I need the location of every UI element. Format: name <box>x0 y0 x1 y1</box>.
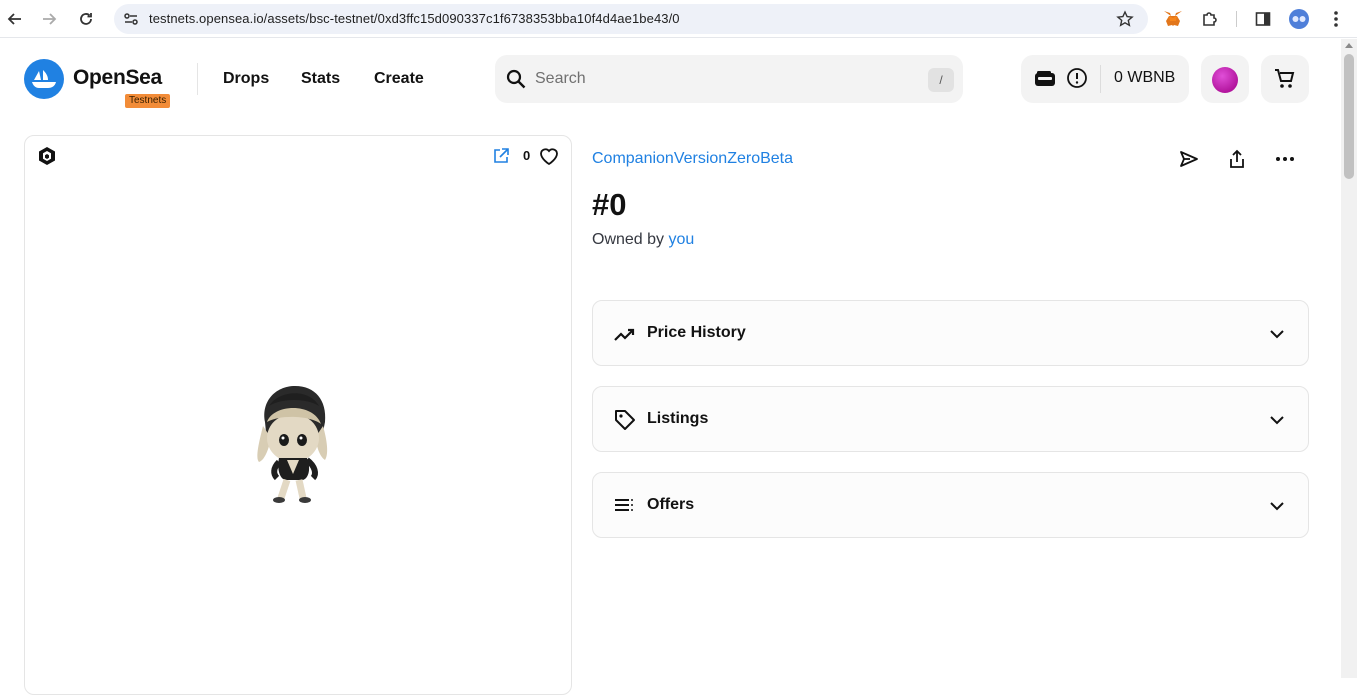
browser-menu-button[interactable] <box>1325 8 1347 30</box>
nft-character-image <box>257 386 328 503</box>
wallet-icon <box>1035 71 1055 86</box>
back-button[interactable] <box>4 8 26 30</box>
wallet-separator <box>1100 65 1101 93</box>
arrow-left-icon <box>7 13 21 25</box>
listings-section[interactable]: Listings <box>592 386 1309 452</box>
kebab-menu-icon <box>1334 11 1338 27</box>
chevron-down-icon <box>1270 502 1284 511</box>
share-button[interactable] <box>1224 146 1250 172</box>
logo-text[interactable]: OpenSea <box>73 66 162 90</box>
wallet-button[interactable]: 0 WBNB <box>1021 55 1189 103</box>
toolbar-divider <box>1236 11 1237 27</box>
media-panel: 0 <box>24 135 572 695</box>
address-bar[interactable]: testnets.opensea.io/assets/bsc-testnet/0… <box>114 4 1148 34</box>
collection-link[interactable]: CompanionVersionZeroBeta <box>592 150 793 168</box>
boat-icon <box>32 70 56 88</box>
scroll-up-arrow-icon[interactable] <box>1345 43 1353 48</box>
owner-link[interactable]: you <box>669 231 695 248</box>
item-title: #0 <box>592 187 627 222</box>
alert-circle-icon <box>1067 68 1087 88</box>
side-panel-icon <box>1255 12 1271 26</box>
external-link-icon[interactable] <box>492 147 510 165</box>
share-icon <box>1230 149 1244 168</box>
bookmark-star-icon[interactable] <box>1116 10 1134 28</box>
nav-create[interactable]: Create <box>374 70 424 88</box>
search-shortcut-key: / <box>928 68 954 92</box>
header-divider <box>197 63 198 95</box>
trending-icon <box>614 328 635 341</box>
puzzle-icon <box>1203 12 1217 26</box>
owned-by: Owned by you <box>592 231 694 249</box>
search-icon <box>506 69 526 89</box>
listings-label: Listings <box>647 410 709 427</box>
price-history-section[interactable]: Price History <box>592 300 1309 366</box>
testnets-badge: Testnets <box>125 94 171 108</box>
reload-button[interactable] <box>75 8 97 30</box>
forward-button[interactable] <box>38 8 60 30</box>
bnb-chain-icon <box>39 147 55 165</box>
nav-stats[interactable]: Stats <box>301 70 340 88</box>
owned-by-label: Owned by <box>592 231 665 248</box>
send-icon <box>1180 151 1198 167</box>
metamask-extension-button[interactable] <box>1162 8 1184 30</box>
reload-icon <box>80 13 92 25</box>
tag-icon <box>615 410 635 430</box>
cart-button[interactable] <box>1261 55 1309 103</box>
browser-toolbar: testnets.opensea.io/assets/bsc-testnet/0… <box>0 0 1357 38</box>
more-options-button[interactable] <box>1272 146 1298 172</box>
site-header: OpenSea Testnets Drops Stats Create / 0 … <box>0 39 1341 119</box>
heart-icon[interactable] <box>538 145 560 167</box>
url-text: testnets.opensea.io/assets/bsc-testnet/0… <box>149 11 680 26</box>
search-bar[interactable]: / <box>495 55 963 103</box>
arrow-right-icon <box>43 13 57 25</box>
side-panel-button[interactable] <box>1252 8 1274 30</box>
site-settings-icon[interactable] <box>122 10 140 28</box>
account-button[interactable] <box>1201 55 1249 103</box>
account-avatar <box>1212 67 1238 93</box>
chevron-down-icon <box>1270 330 1284 339</box>
offers-section[interactable]: Offers <box>592 472 1309 538</box>
more-horizontal-icon <box>1276 157 1294 161</box>
chevron-down-icon <box>1270 416 1284 425</box>
search-input[interactable] <box>535 55 915 103</box>
fox-icon <box>1164 11 1182 26</box>
list-icon <box>615 499 633 511</box>
offers-label: Offers <box>647 496 695 513</box>
nav-drops[interactable]: Drops <box>223 70 269 88</box>
profile-avatar-icon <box>1289 9 1309 29</box>
scroll-thumb[interactable] <box>1344 54 1354 179</box>
opensea-logo-icon[interactable] <box>24 59 64 99</box>
extensions-button[interactable] <box>1199 8 1221 30</box>
favorite-count: 0 <box>523 148 531 163</box>
price-history-label: Price History <box>647 324 746 341</box>
wallet-balance: 0 WBNB <box>1114 69 1176 86</box>
page-scrollbar[interactable] <box>1341 39 1357 678</box>
transfer-button[interactable] <box>1176 146 1202 172</box>
cart-icon <box>1275 69 1295 88</box>
profile-button[interactable] <box>1288 8 1310 30</box>
